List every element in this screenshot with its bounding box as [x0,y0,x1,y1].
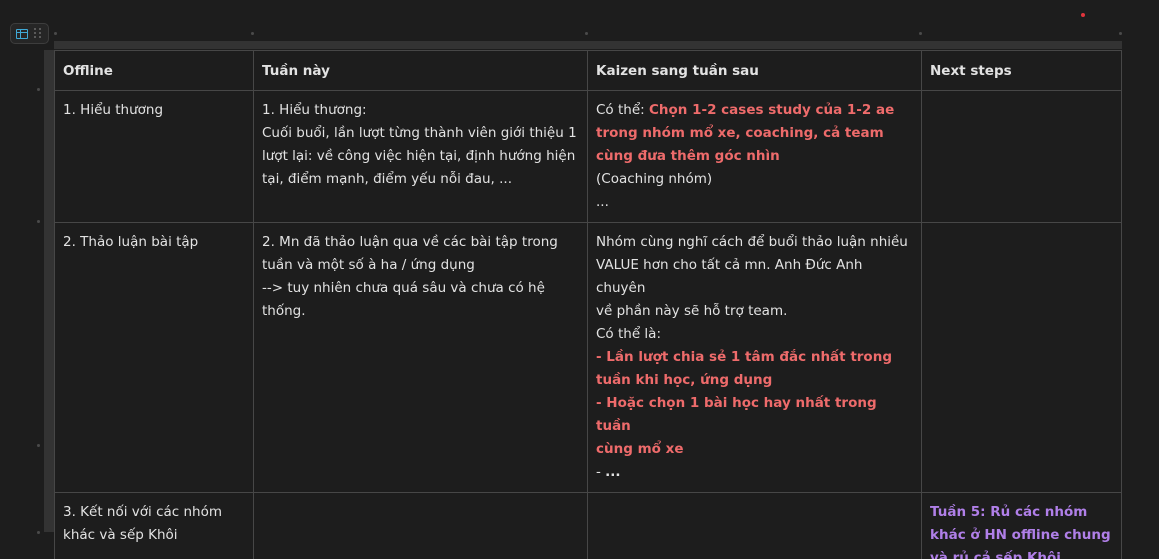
grid-dot [37,444,40,447]
cell-text: Có thể: [596,102,649,118]
highlighted-text: Tuần 5: Rủ các nhóm [930,504,1088,520]
table-cell[interactable]: Nhóm cùng nghĩ cách để buổi thảo luận nh… [587,222,922,493]
grid-dot [585,32,588,35]
status-indicator-dot [1081,13,1085,17]
highlighted-text: Chọn 1-2 cases study của 1-2 ae [648,102,895,118]
table-cell[interactable]: 3. Kết nối với các nhóm khác và sếp Khôi [54,492,254,559]
cell-text: về phần này sẽ hỗ trợ team. [596,303,788,319]
header-cell-this-week[interactable]: Tuần này [253,50,588,91]
table-row: 3. Kết nối với các nhóm khác và sếp Khôi… [54,492,1122,559]
cell-text: tại, điểm mạnh, điểm yếu nỗi đau, ... [262,171,513,187]
table-row: 1. Hiểu thương 1. Hiểu thương: Cuối buổi… [54,90,1122,223]
cell-text: 1. Hiểu thương: [262,102,367,118]
cell-text: Cuối buổi, lần lượt từng thành viên giới… [262,125,577,141]
cell-text: - [596,464,606,480]
table-cell[interactable]: 1. Hiểu thương: Cuối buổi, lần lượt từng… [253,90,588,223]
cell-text: 3. Kết nối với các nhóm [63,504,222,520]
grid-dot [54,32,57,35]
cell-text: 2. Mn đã thảo luận qua về các bài tập tr… [262,234,558,250]
notes-table: Offline Tuần này Kaizen sang tuần sau Ne… [54,50,1122,559]
table-cell[interactable] [253,492,588,559]
table-icon [16,28,28,39]
grid-dot [37,531,40,534]
table-cell[interactable] [921,90,1122,223]
cell-text: thống. [262,303,306,319]
table-cell[interactable]: Tuần 5: Rủ các nhóm khác ở HN offline ch… [921,492,1122,559]
row-selector-bar[interactable] [44,50,54,532]
grid-dot [1119,32,1122,35]
cell-text: ... [596,194,609,210]
highlighted-text: và rủ cả sếp Khôi [930,550,1061,559]
cell-text-line: - ... [596,461,913,484]
header-cell-kaizen[interactable]: Kaizen sang tuần sau [587,50,922,91]
cell-text: VALUE hơn cho tất cả mn. Anh Đức Anh chu… [596,257,863,296]
column-selector-bar[interactable] [54,41,1122,49]
cell-text: --> tuy nhiên chưa quá sâu và chưa có hệ [262,280,545,296]
cell-text: (Coaching nhóm) [596,171,713,187]
table-cell[interactable]: 2. Mn đã thảo luận qua về các bài tập tr… [253,222,588,493]
table-cell[interactable] [921,222,1122,493]
header-cell-next-steps[interactable]: Next steps [921,50,1122,91]
cell-text: lượt lại: về công việc hiện tại, định hư… [262,148,576,164]
table-cell[interactable]: Có thể: Chọn 1-2 cases study của 1-2 ae … [587,90,922,223]
grid-dot [37,220,40,223]
table-handle-button[interactable] [10,23,49,44]
grid-dot [919,32,922,35]
highlighted-text: khác ở HN offline chung [930,527,1111,543]
table-cell[interactable]: 2. Thảo luận bài tập [54,222,254,493]
highlighted-text: - Lần lượt chia sẻ 1 tâm đắc nhất trong [596,349,892,365]
cell-text-line: Có thể: Chọn 1-2 cases study của 1-2 ae [596,99,913,122]
table-header-row: Offline Tuần này Kaizen sang tuần sau Ne… [54,50,1122,91]
cell-text: tuần và một số à ha / ứng dụng [262,257,475,273]
highlighted-text: cùng đưa thêm góc nhìn [596,148,780,164]
cell-text: 2. Thảo luận bài tập [63,234,199,250]
cell-text: Nhóm cùng nghĩ cách để buổi thảo luận nh… [596,234,908,250]
table-cell[interactable]: 1. Hiểu thương [54,90,254,223]
cell-text: khác và sếp Khôi [63,527,178,543]
drag-handle-icon[interactable] [34,27,42,40]
header-cell-offline[interactable]: Offline [54,50,254,91]
highlighted-text: - Hoặc chọn 1 bài học hay nhất trong tuầ… [596,395,877,434]
highlighted-text: trong nhóm mổ xe, coaching, cả team [596,125,884,141]
editor-canvas: Offline Tuần này Kaizen sang tuần sau Ne… [0,0,1159,559]
highlighted-text: tuần khi học, ứng dụng [596,372,773,388]
table-row: 2. Thảo luận bài tập 2. Mn đã thảo luận … [54,222,1122,493]
grid-dot [37,88,40,91]
grid-dot [251,32,254,35]
bold-text: ... [605,464,621,480]
cell-text: 1. Hiểu thương [63,102,164,118]
cell-text: Có thể là: [596,326,661,342]
table-cell[interactable] [587,492,922,559]
highlighted-text: cùng mổ xe [596,441,684,457]
